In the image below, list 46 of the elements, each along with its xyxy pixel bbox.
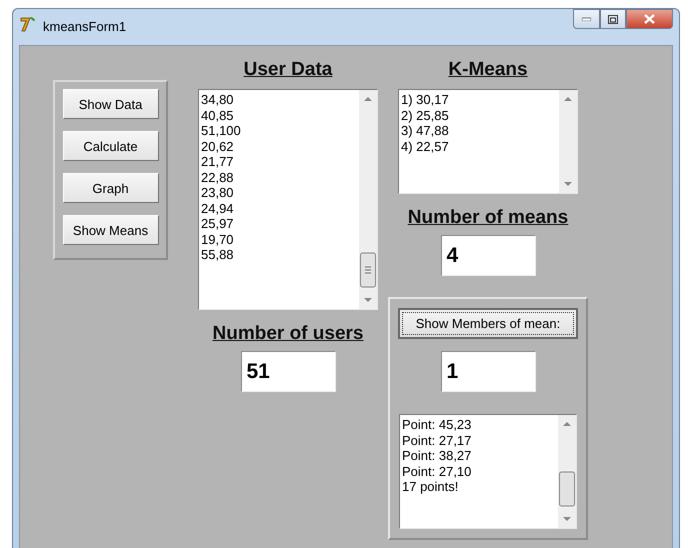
list-item[interactable]: 55,88 bbox=[201, 247, 357, 262]
list-item[interactable]: 3) 47,88 bbox=[401, 123, 557, 138]
members-list[interactable]: Point: 45,23 Point: 27,17 Point: 38,27 Point: 27,10 17 points! bbox=[399, 414, 577, 529]
window-title: kmeansForm1 bbox=[43, 19, 126, 34]
list-item[interactable]: 34,80 bbox=[201, 92, 357, 108]
list-item[interactable]: 21,77 bbox=[201, 154, 357, 170]
list-item[interactable]: 17 points! bbox=[402, 479, 556, 494]
close-icon bbox=[644, 14, 655, 24]
app-icon bbox=[19, 15, 37, 33]
list-item[interactable]: 51,100 bbox=[201, 123, 357, 138]
list-item[interactable]: Point: 45,23 bbox=[402, 417, 556, 432]
list-item[interactable]: 25,97 bbox=[201, 216, 357, 232]
list-item[interactable]: 40,85 bbox=[201, 108, 357, 123]
action-button[interactable]: Show Means bbox=[62, 215, 158, 245]
list-item[interactable]: 23,80 bbox=[201, 185, 357, 200]
minimize-button[interactable] bbox=[573, 9, 600, 29]
section-heading: K-Means bbox=[448, 59, 528, 81]
scrollbar[interactable] bbox=[558, 415, 576, 528]
list-item[interactable]: 2) 25,85 bbox=[401, 108, 557, 123]
list-item[interactable]: Point: 38,27 bbox=[402, 448, 556, 464]
minimize-icon bbox=[582, 17, 591, 21]
list-item[interactable]: Point: 27,17 bbox=[402, 432, 556, 448]
field-label: Number of means bbox=[408, 207, 568, 229]
scrollbar[interactable] bbox=[359, 90, 377, 309]
show-members-button[interactable]: Show Members of mean: bbox=[398, 308, 578, 339]
action-button[interactable]: Graph bbox=[62, 173, 158, 203]
list-item[interactable]: 20,62 bbox=[201, 138, 357, 154]
input-field[interactable]: 1 bbox=[440, 351, 536, 392]
list-item[interactable]: 19,70 bbox=[201, 232, 357, 247]
action-button[interactable]: Show Data bbox=[62, 89, 158, 119]
list-item[interactable]: 4) 22,57 bbox=[401, 138, 557, 154]
user-data-list[interactable]: 34,80 40,85 51,100 20,62 21,77 22,88 23,80 24,94 25,97 19,70 55,88 bbox=[198, 89, 378, 310]
section-heading: User Data bbox=[244, 59, 332, 81]
list-item[interactable]: Point: 27,10 bbox=[402, 464, 556, 479]
action-button[interactable]: Calculate bbox=[62, 131, 158, 161]
field-label: Number of users bbox=[212, 323, 364, 345]
maximize-icon bbox=[608, 14, 618, 24]
close-button[interactable] bbox=[626, 9, 673, 29]
maximize-button[interactable] bbox=[600, 9, 626, 29]
list-item[interactable]: 1) 30,17 bbox=[401, 92, 557, 108]
means-list[interactable]: 1) 30,17 2) 25,85 3) 47,88 4) 22,57 bbox=[398, 89, 578, 194]
list-item[interactable]: 22,88 bbox=[201, 170, 357, 185]
scrollbar[interactable] bbox=[559, 90, 577, 193]
input-field[interactable]: 51 bbox=[240, 351, 336, 392]
list-item[interactable]: 24,94 bbox=[201, 200, 357, 216]
input-field[interactable]: 4 bbox=[440, 235, 536, 276]
